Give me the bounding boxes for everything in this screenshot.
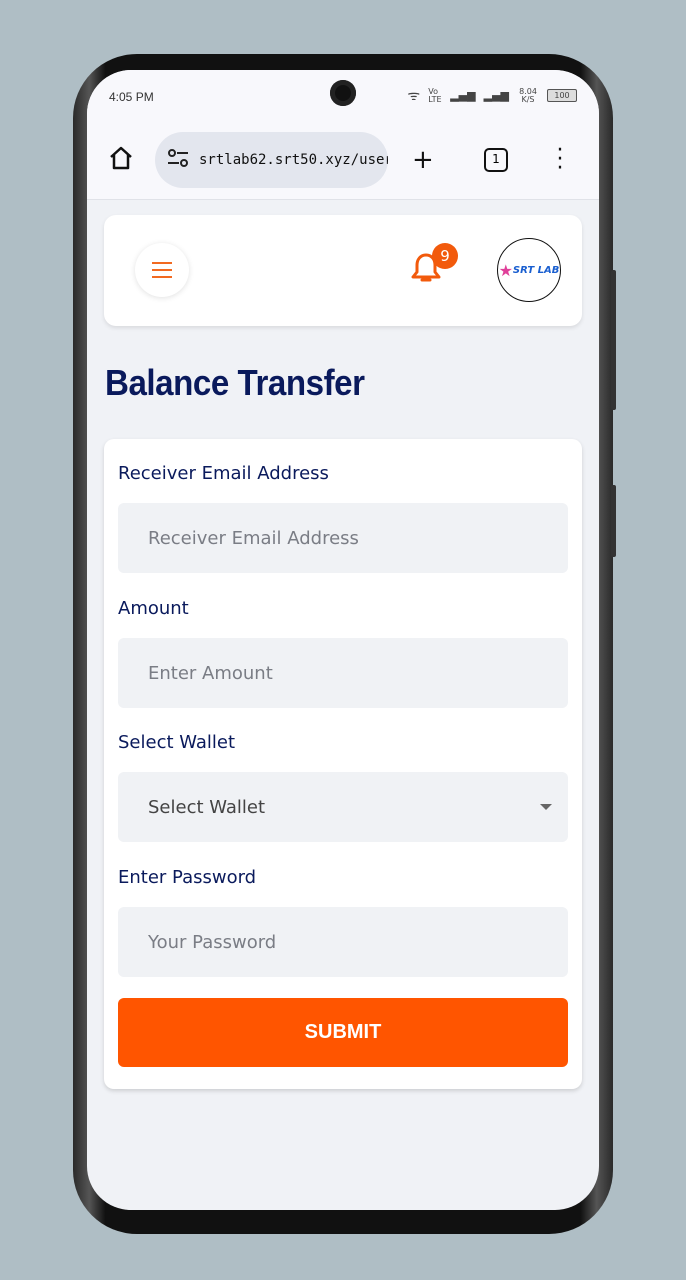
amount-input[interactable] bbox=[118, 638, 568, 708]
new-tab-icon[interactable]: + bbox=[412, 146, 434, 174]
browser-toolbar: srtlab62.srt50.xyz/user/r + 1 ··· bbox=[87, 122, 599, 200]
password-input[interactable] bbox=[118, 907, 568, 977]
power-button bbox=[611, 485, 616, 557]
signal-icon: ▂▄▆ bbox=[450, 89, 476, 102]
home-icon[interactable] bbox=[107, 144, 135, 178]
chevron-down-icon bbox=[540, 804, 552, 816]
password-label: Enter Password bbox=[118, 867, 257, 888]
site-settings-icon[interactable] bbox=[167, 149, 189, 171]
submit-button[interactable]: SUBMIT bbox=[118, 998, 568, 1067]
receiver-email-input[interactable] bbox=[118, 503, 568, 573]
signal-icon: ▂▄▆ bbox=[483, 89, 509, 102]
more-menu-icon[interactable]: · · · bbox=[555, 140, 565, 180]
amount-label: Amount bbox=[118, 598, 189, 619]
avatar-logo[interactable]: ★ SRT LAB bbox=[497, 238, 561, 302]
wallet-select-value: Select Wallet bbox=[148, 796, 266, 818]
battery-icon: 100 bbox=[547, 89, 577, 102]
status-bar: 4:05 PM ᯤ Vo LTE ▂▄▆ ▂▄▆ 8.04 K/S 100 bbox=[87, 70, 599, 122]
app-header: 9 ★ SRT LAB bbox=[104, 215, 582, 326]
email-label: Receiver Email Address bbox=[118, 463, 329, 484]
wallet-select[interactable]: Select Wallet bbox=[118, 772, 568, 842]
wifi-icon: ᯤ bbox=[407, 88, 421, 104]
status-time: 4:05 PM bbox=[109, 90, 154, 104]
balance-transfer-form: Receiver Email Address Amount Select Wal… bbox=[104, 439, 582, 1089]
hamburger-menu-button[interactable] bbox=[135, 243, 189, 297]
screen: 4:05 PM ᯤ Vo LTE ▂▄▆ ▂▄▆ 8.04 K/S 100 sr… bbox=[87, 70, 599, 1210]
speed-label: 8.04 K/S bbox=[519, 86, 537, 104]
url-bar[interactable]: srtlab62.srt50.xyz/user/r bbox=[155, 132, 388, 188]
notification-badge: 9 bbox=[432, 243, 458, 269]
tab-count-button[interactable]: 1 bbox=[484, 148, 508, 172]
volume-button bbox=[611, 270, 616, 410]
network-label: Vo LTE bbox=[428, 86, 442, 104]
page-title: Balance Transfer bbox=[105, 362, 365, 403]
camera bbox=[330, 80, 356, 106]
wallet-label: Select Wallet bbox=[118, 732, 236, 753]
url-text: srtlab62.srt50.xyz/user/r bbox=[199, 152, 388, 168]
